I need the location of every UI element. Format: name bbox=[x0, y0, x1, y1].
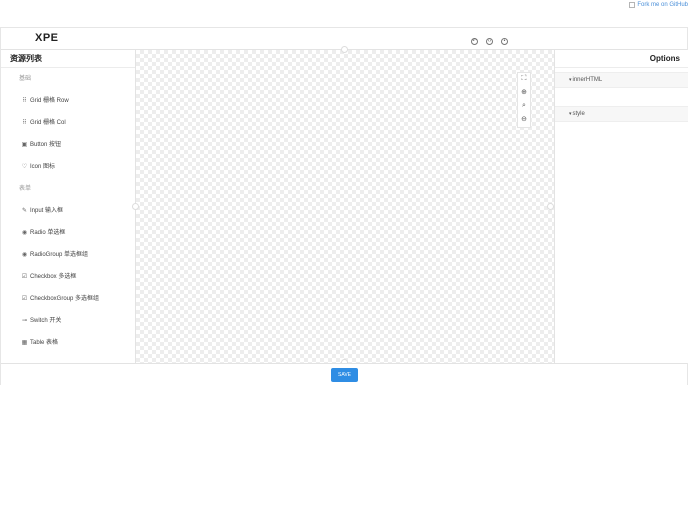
resource-item[interactable]: ☑ Checkbox 多选框 bbox=[1, 266, 135, 288]
resource-item[interactable]: ♡ Icon 图标 bbox=[1, 156, 135, 178]
caret-down-icon: ▾ bbox=[569, 111, 572, 117]
resource-item-label: Grid 栅格 Row bbox=[30, 98, 69, 104]
resource-item-label: Switch 开关 bbox=[30, 318, 62, 324]
options-panel-title: Options bbox=[555, 50, 688, 68]
resource-item[interactable]: ◉ RadioGroup 单选框组 bbox=[1, 244, 135, 266]
footer: SAVE bbox=[1, 363, 687, 385]
option-section-label: innerHTML bbox=[572, 77, 603, 83]
checkbox-icon: ☑ bbox=[21, 274, 28, 280]
switch-icon: ⊸ bbox=[21, 318, 28, 324]
fullscreen-icon[interactable]: ⛶ bbox=[522, 75, 527, 84]
resource-item[interactable]: ⠿ Grid 栅格 Row bbox=[1, 90, 135, 112]
option-section-style[interactable]: ▾style bbox=[555, 106, 688, 122]
editor-app: XPE ↶ ‹› • 资源列表 基础 ⠿ Grid 栅格 Row ⠿ Grid 栅格 C… bbox=[0, 27, 688, 385]
resource-item-label: Radio 单选框 bbox=[30, 230, 66, 236]
resize-handle-left[interactable] bbox=[132, 203, 139, 210]
resource-panel: 资源列表 基础 ⠿ Grid 栅格 Row ⠿ Grid 栅格 Col ▣ Button 按… bbox=[1, 50, 136, 363]
preview-eye-icon[interactable]: • bbox=[501, 38, 508, 45]
resize-handle-top[interactable] bbox=[341, 46, 348, 53]
resource-item[interactable]: ▦ Table 表格 bbox=[1, 332, 135, 354]
resize-handle-right[interactable] bbox=[547, 203, 554, 210]
zoom-reset-icon[interactable]: ⌕ bbox=[522, 102, 526, 111]
resource-panel-title: 资源列表 bbox=[1, 50, 135, 68]
broken-image-icon bbox=[629, 2, 636, 8]
save-button[interactable]: SAVE bbox=[331, 368, 358, 382]
radio-icon: ◉ bbox=[21, 230, 28, 236]
options-panel: Options ▾innerHTML ▾style bbox=[554, 50, 688, 363]
radio-icon: ◉ bbox=[21, 252, 28, 258]
caret-down-icon: ▾ bbox=[569, 77, 572, 83]
zoom-toolbar: ⛶ ⊕ ⌕ ⊖ bbox=[517, 72, 531, 128]
app-logo: XPE bbox=[35, 32, 59, 44]
resource-item-label: Table 表格 bbox=[30, 340, 59, 346]
design-canvas[interactable]: ⛶ ⊕ ⌕ ⊖ bbox=[132, 46, 554, 366]
resource-item[interactable]: ⊸ Switch 开关 bbox=[1, 310, 135, 332]
resource-item[interactable]: ▣ Button 按钮 bbox=[1, 134, 135, 156]
resource-item-label: Button 按钮 bbox=[30, 142, 62, 148]
resource-item-label: Grid 栅格 Col bbox=[30, 120, 66, 126]
zoom-in-icon[interactable]: ⊕ bbox=[521, 89, 527, 98]
resource-item[interactable]: ◉ Radio 单选框 bbox=[1, 222, 135, 244]
header-toolbar: ↶ ‹› • bbox=[471, 38, 508, 45]
resource-group-label: 基础 bbox=[19, 76, 32, 82]
resource-item-label: Checkbox 多选框 bbox=[30, 274, 77, 280]
resource-item[interactable]: ⠿ Grid 栅格 Col bbox=[1, 112, 135, 134]
edit-icon: ✎ bbox=[21, 208, 28, 214]
resource-group-label: 表单 bbox=[19, 186, 32, 192]
option-section-innerhtml[interactable]: ▾innerHTML bbox=[555, 72, 688, 88]
grid-icon: ⠿ bbox=[22, 98, 27, 104]
zoom-out-icon[interactable]: ⊖ bbox=[521, 116, 527, 125]
button-icon: ▣ bbox=[21, 142, 28, 148]
resource-item-label: CheckboxGroup 多选框组 bbox=[30, 296, 100, 302]
grid-icon: ⠿ bbox=[22, 120, 27, 126]
resource-item-label: RadioGroup 单选框组 bbox=[30, 252, 89, 258]
resource-item-label: Icon 图标 bbox=[30, 164, 56, 170]
option-section-label: style bbox=[572, 111, 585, 117]
resource-list: 基础 ⠿ Grid 栅格 Row ⠿ Grid 栅格 Col ▣ Button 按钮 ♡ Ico… bbox=[1, 68, 135, 354]
fork-ribbon-alt-text: Fork me on GitHub bbox=[637, 2, 688, 8]
resource-item[interactable]: ✎ Input 输入框 bbox=[1, 200, 135, 222]
undo-icon[interactable]: ↶ bbox=[471, 38, 478, 45]
checkbox-icon: ☑ bbox=[21, 296, 28, 302]
resource-item-label: Input 输入框 bbox=[30, 208, 64, 214]
heart-icon: ♡ bbox=[21, 164, 28, 170]
table-icon: ▦ bbox=[21, 340, 28, 346]
resource-item[interactable]: ☑ CheckboxGroup 多选框组 bbox=[1, 288, 135, 310]
code-icon[interactable]: ‹› bbox=[486, 38, 493, 45]
fork-me-ribbon[interactable]: Fork me on GitHub bbox=[629, 0, 688, 10]
